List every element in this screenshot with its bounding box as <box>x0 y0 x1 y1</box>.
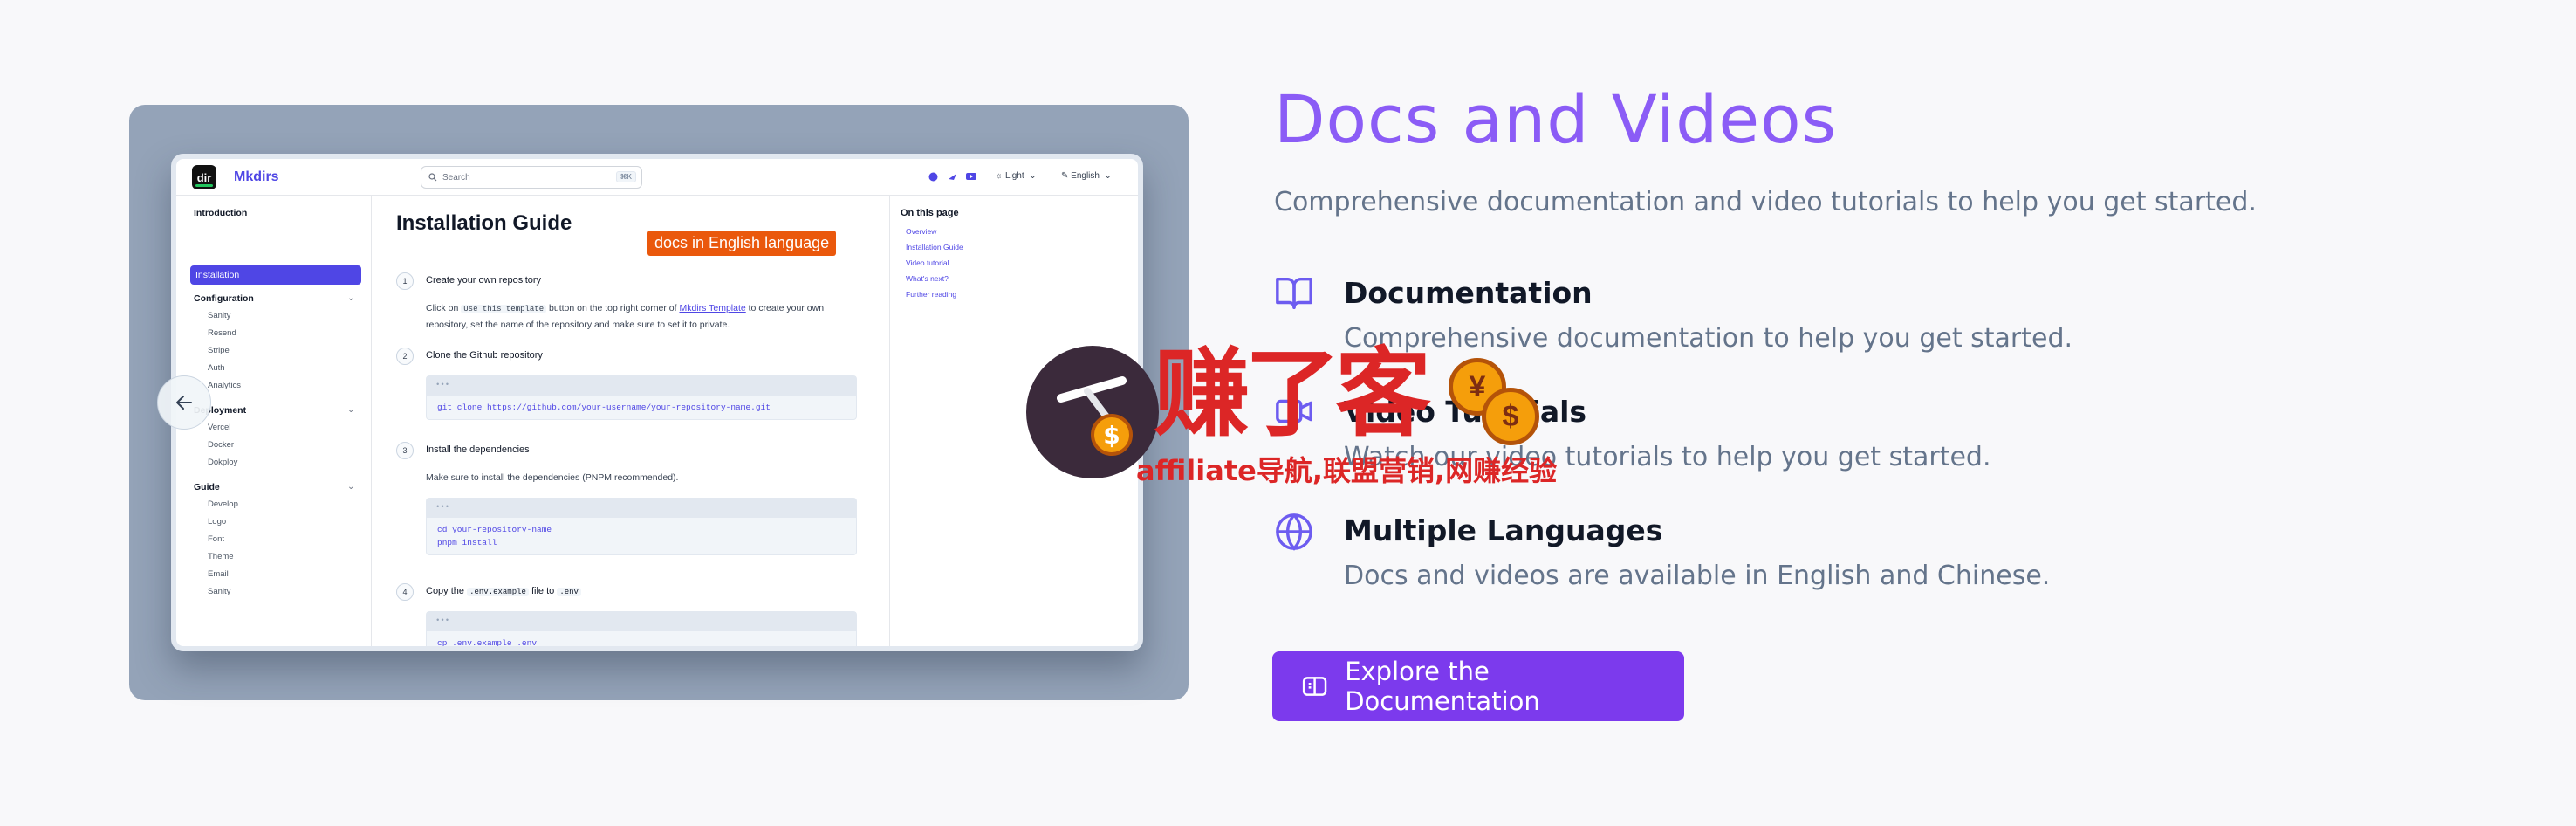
step-text: Copy the <box>426 586 465 596</box>
code-line: pnpm install <box>437 538 497 547</box>
book-open-icon <box>1274 272 1314 313</box>
sidebar-item-configuration[interactable]: Configuration <box>194 293 254 304</box>
page-title: Installation Guide <box>396 211 572 235</box>
feature-title-languages: Multiple Languages <box>1344 513 1663 547</box>
sidebar-item-installation[interactable]: Installation <box>190 265 361 285</box>
explore-docs-label: Explore the Documentation <box>1345 657 1540 716</box>
docs-sidebar: Introduction Installation Configuration … <box>176 196 372 646</box>
youtube-icon[interactable] <box>965 170 977 182</box>
feature-desc-languages: Docs and videos are available in English… <box>1344 561 2051 591</box>
sidebar-item-resend[interactable]: Resend <box>208 328 236 338</box>
code-block[interactable]: ••• git clone https://github.com/your-us… <box>426 375 857 420</box>
step-number: 4 <box>396 583 414 601</box>
step-number: 1 <box>396 272 414 290</box>
code-block[interactable]: ••• cp .env.example .env <box>426 611 857 648</box>
sidebar-item-sanity[interactable]: Sanity <box>208 311 230 320</box>
step-title: Copy the .env.example file to .env <box>426 586 581 596</box>
sidebar-item-auth[interactable]: Auth <box>208 363 225 373</box>
search-icon <box>428 173 437 182</box>
sidebar-item-dokploy[interactable]: Dokploy <box>208 458 237 467</box>
watermark-title: 赚了客 <box>1154 338 1431 450</box>
section-subtitle: Comprehensive documentation and video tu… <box>1274 187 2257 217</box>
sidebar-item-theme[interactable]: Theme <box>208 552 234 561</box>
watermark: $ 赚了客 ¥ $ affiliate导航,联盟营销,网赚经验 <box>1023 338 1557 494</box>
step-text: file to <box>531 586 555 596</box>
toc-heading: On this page <box>901 208 959 218</box>
code-block[interactable]: ••• cd your-repository-name pnpm install <box>426 498 857 555</box>
step-paragraph: Click on Use this template button on the… <box>426 300 862 333</box>
chevron-down-icon[interactable]: ⌄ <box>347 482 354 492</box>
template-link[interactable]: Mkdirs Template <box>679 303 745 313</box>
dollar-coin-icon: $ <box>1482 388 1539 445</box>
step-paragraph: Make sure to install the dependencies (P… <box>426 472 679 483</box>
logo[interactable]: dir <box>192 165 216 189</box>
language-select[interactable]: ✎ English ⌄ <box>1061 171 1112 181</box>
sidebar-item-stripe[interactable]: Stripe <box>208 346 230 355</box>
paragraph-text: button on the top right corner of <box>549 303 677 313</box>
sidebar-item-vercel[interactable]: Vercel <box>208 423 230 432</box>
feature-title-documentation: Documentation <box>1344 276 1593 310</box>
step-number: 3 <box>396 442 414 459</box>
toc-item[interactable]: Video tutorial <box>906 258 949 267</box>
arrow-left-icon <box>176 396 192 410</box>
language-annotation: docs in English language <box>647 231 837 256</box>
book-icon <box>1302 677 1327 696</box>
inline-code: .env <box>557 588 581 596</box>
step-title: Install the dependencies <box>426 444 530 455</box>
sidebar-item-sanity-guide[interactable]: Sanity <box>208 587 230 596</box>
sidebar-item-docker[interactable]: Docker <box>208 440 234 450</box>
step-title: Create your own repository <box>426 275 542 286</box>
section-title: Docs and Videos <box>1274 80 1838 158</box>
explore-docs-button[interactable]: Explore the Documentation <box>1272 651 1684 721</box>
sidebar-item-introduction[interactable]: Introduction <box>194 208 247 218</box>
sidebar-item-font[interactable]: Font <box>208 534 224 544</box>
toc-item[interactable]: Further reading <box>906 290 956 299</box>
code-block-bar: ••• <box>427 612 856 631</box>
toc-item[interactable]: What's next? <box>906 274 949 283</box>
sidebar-item-logo[interactable]: Logo <box>208 517 226 527</box>
search-placeholder: Search <box>442 172 470 182</box>
svg-text:$: $ <box>1103 421 1120 450</box>
docs-content: Installation Guide 1 Create your own rep… <box>372 196 890 646</box>
step-title: Clone the Github repository <box>426 350 543 361</box>
paragraph-text: to create your <box>748 303 805 313</box>
search-shortcut: ⌘K <box>615 171 636 182</box>
code-line: cd your-repository-name <box>437 525 552 534</box>
step-number: 2 <box>396 348 414 365</box>
chevron-down-icon[interactable]: ⌄ <box>347 405 354 415</box>
code-line: cp .env.example .env <box>437 638 538 648</box>
docs-screenshot: dir Mkdirs Search ⌘K ☼ Light ⌄ ✎ English… <box>171 154 1143 651</box>
inline-code: Use this template <box>461 305 547 313</box>
search-input[interactable]: Search ⌘K <box>421 166 642 189</box>
language-label: English <box>1071 171 1100 181</box>
docs-topbar: dir Mkdirs Search ⌘K ☼ Light ⌄ ✎ English… <box>176 159 1138 196</box>
carousel-prev-button[interactable] <box>157 375 211 430</box>
chevron-down-icon[interactable]: ⌄ <box>347 293 354 303</box>
watermark-subtitle: affiliate导航,联盟营销,网赚经验 <box>1136 454 1558 487</box>
theme-label: Light <box>1004 171 1024 181</box>
twitter-icon[interactable] <box>946 170 958 182</box>
code-block-bar: ••• <box>427 376 856 396</box>
paragraph-text: Click on <box>426 303 459 313</box>
sidebar-item-develop[interactable]: Develop <box>208 499 238 509</box>
code-block-bar: ••• <box>427 499 856 518</box>
sidebar-item-analytics[interactable]: Analytics <box>208 381 241 390</box>
sidebar-item-email[interactable]: Email <box>208 569 229 579</box>
brand-name[interactable]: Mkdirs <box>234 169 279 185</box>
code-line: git clone https://github.com/your-userna… <box>437 403 771 412</box>
theme-select[interactable]: ☼ Light ⌄ <box>995 171 1037 181</box>
globe-icon <box>1274 512 1314 552</box>
toc-item[interactable]: Overview <box>906 227 936 236</box>
github-icon[interactable] <box>927 170 939 182</box>
inline-code: .env.example <box>467 588 529 596</box>
sidebar-item-guide[interactable]: Guide <box>194 482 220 492</box>
toc-item[interactable]: Installation Guide <box>906 243 963 251</box>
